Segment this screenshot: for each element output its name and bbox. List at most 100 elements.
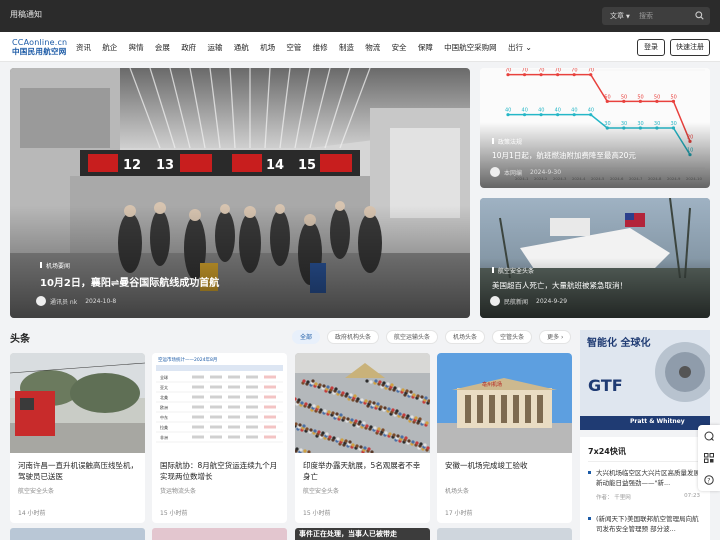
table-cell-mark: [264, 375, 276, 379]
news-title[interactable]: 国际航协：8月航空货运连续九个月实现两位数增长: [160, 460, 280, 482]
hero-carousel[interactable]: 12 13 14 15 机场要闻 10月2日，襄阳⇌曼谷国际航线成功首航 通讯员…: [10, 68, 470, 318]
news-card-peek[interactable]: 事件正在处理，当事人已被带走: [295, 528, 430, 540]
section-tab[interactable]: 机场头条: [445, 330, 486, 344]
crowd-figure: [358, 420, 362, 424]
table-cell-mark: [264, 385, 276, 389]
help-icon[interactable]: ?: [698, 469, 720, 491]
nav-item[interactable]: 维修: [313, 42, 328, 53]
crowd-figure: [313, 429, 317, 433]
crowd-figure: [299, 448, 303, 452]
news-category[interactable]: 货运物流头条: [160, 486, 196, 495]
table-cell-mark: [246, 375, 258, 379]
crowd-figure: [384, 431, 388, 435]
crowd-figure: [412, 393, 416, 397]
chat-icon[interactable]: [698, 425, 720, 447]
submission-notice-link[interactable]: 用稿通知: [10, 9, 42, 20]
crowd-figure: [325, 432, 329, 436]
crowd-figure: [426, 446, 430, 450]
table-cell-mark: [210, 425, 222, 429]
table-cell-mark: [246, 435, 258, 439]
flash-item[interactable]: (新闻天下)美国联邦航空管理局向航司发布安全管理预 部分波...: [588, 514, 700, 534]
section-tab[interactable]: 空管头条: [492, 330, 533, 344]
nav-item[interactable]: 运输: [207, 42, 222, 53]
crowd-figure: [295, 447, 299, 451]
crowd-figure: [312, 404, 316, 408]
news-category[interactable]: 航空安全头条: [303, 486, 339, 495]
crowd-figure: [321, 431, 325, 435]
nav-item[interactable]: 舆情: [129, 42, 144, 53]
feature-card-fuel[interactable]: 7070707070705050505050204040404040403030…: [480, 68, 710, 188]
news-card[interactable]: 亳州机场 安徽一机场完成竣工验收 机场头条 17 小时前: [437, 353, 572, 523]
news-card-peek[interactable]: [10, 528, 145, 540]
nav-item[interactable]: 空管: [286, 42, 301, 53]
news-title[interactable]: 安徽一机场完成竣工验收: [445, 460, 565, 471]
login-button[interactable]: 登录: [637, 39, 665, 56]
crowd-figure: [336, 437, 340, 441]
news-title[interactable]: 印度举办露天航展，5名观展者不幸身亡: [303, 460, 423, 482]
nav-item[interactable]: 安全: [392, 42, 407, 53]
nav-item[interactable]: 航企: [102, 42, 117, 53]
table-cell-mark: [246, 415, 258, 419]
advertisement-banner[interactable]: 智能化 全球化 GTF Pratt & Whitney: [580, 330, 710, 430]
section-title: 头条: [10, 334, 30, 345]
crowd-figure: [298, 423, 302, 427]
table-cell-mark: [264, 405, 276, 409]
nav-item[interactable]: 物流: [365, 42, 380, 53]
search-type-select[interactable]: 文章 ▼: [610, 11, 630, 21]
crowd-figure: [327, 410, 331, 414]
nav-item[interactable]: 保障: [418, 42, 433, 53]
crowd-figure: [334, 387, 338, 391]
crowd-figure: [369, 425, 373, 429]
svg-text:?: ?: [707, 477, 710, 484]
nav-item[interactable]: 制造: [339, 42, 354, 53]
flash-item[interactable]: 大兴机场临空区大兴片区高质量发展新动能日益强劲——"新...: [588, 468, 700, 488]
card-title[interactable]: 美国超百人死亡，大量航班被紧急取消！: [492, 280, 702, 291]
nav-item[interactable]: 机场: [260, 42, 275, 53]
news-card[interactable]: 印度举办露天航展，5名观展者不幸身亡 航空安全头条 15 小时前: [295, 353, 430, 523]
table-cell-mark: [246, 385, 258, 389]
search-icon[interactable]: [695, 11, 704, 20]
news-card-peek[interactable]: [437, 528, 572, 540]
section-tabs: 全部 政府机构头条 航空运输头条 机场头条 空管头条 更多 ›: [292, 330, 578, 344]
table-cell-mark: [210, 405, 222, 409]
section-tab[interactable]: 航空运输头条: [386, 330, 439, 344]
crowd-figure: [381, 428, 385, 432]
nav-item[interactable]: 通航: [234, 42, 249, 53]
crowd-figure: [400, 435, 404, 439]
news-card[interactable]: 空运市场统计——2024年8月 全球 亚太 北美 欧洲 中东 拉美 非洲 国际航协：8月航空…: [152, 353, 287, 523]
section-tab[interactable]: 全部: [292, 330, 321, 344]
nav-item[interactable]: 会展: [155, 42, 170, 53]
crowd-figure: [335, 412, 339, 416]
crowd-figure: [419, 442, 423, 446]
qrcode-icon[interactable]: [698, 447, 720, 469]
avatar: [490, 296, 500, 306]
table-row-label: 全球: [160, 374, 168, 380]
feature-card-storm[interactable]: 航空安全头条 美国超百人死亡，大量航班被紧急取消！ 民航新闻 2024-9-29: [480, 198, 710, 318]
news-category[interactable]: 航空安全头条: [18, 486, 54, 495]
section-tab[interactable]: 更多 ›: [539, 330, 572, 344]
section-tab[interactable]: 政府机构头条: [327, 330, 380, 344]
crowd-figure: [337, 390, 341, 394]
news-title[interactable]: 河南许昌一直升机误触高压线坠机，驾驶员已送医: [18, 460, 138, 482]
news-card[interactable]: 河南许昌一直升机误触高压线坠机，驾驶员已送医 航空安全头条 14 小时前: [10, 353, 145, 523]
crowd-figure: [308, 403, 312, 407]
register-button[interactable]: 快速注册: [670, 39, 710, 56]
search-box[interactable]: 文章 ▼ 搜索: [602, 7, 710, 25]
site-logo[interactable]: CCAonline.cn 中国民用航空网: [12, 38, 70, 58]
table-cell-mark: [228, 435, 240, 439]
nav-item[interactable]: 政府: [181, 42, 196, 53]
nav-item[interactable]: 出行: [508, 42, 523, 53]
crowd-figure: [418, 417, 422, 421]
hero-title[interactable]: 10月2日，襄阳⇌曼谷国际航线成功首航: [40, 274, 219, 289]
card-title[interactable]: 10月1日起，航班燃油附加费降至最高20元: [492, 150, 702, 161]
crowd-figure: [410, 415, 414, 419]
flash-time: 07:23: [684, 493, 700, 499]
search-input[interactable]: 搜索: [639, 11, 653, 21]
news-category[interactable]: 机场头条: [445, 486, 469, 495]
nav-item[interactable]: 中国航空采购网: [444, 42, 497, 53]
peek-text: 事件正在处理，当事人已被带走: [299, 530, 397, 538]
crowd-figure: [365, 424, 369, 428]
crowd-figure: [383, 406, 387, 410]
news-card-peek[interactable]: [152, 528, 287, 540]
nav-item[interactable]: 资讯: [76, 42, 91, 53]
